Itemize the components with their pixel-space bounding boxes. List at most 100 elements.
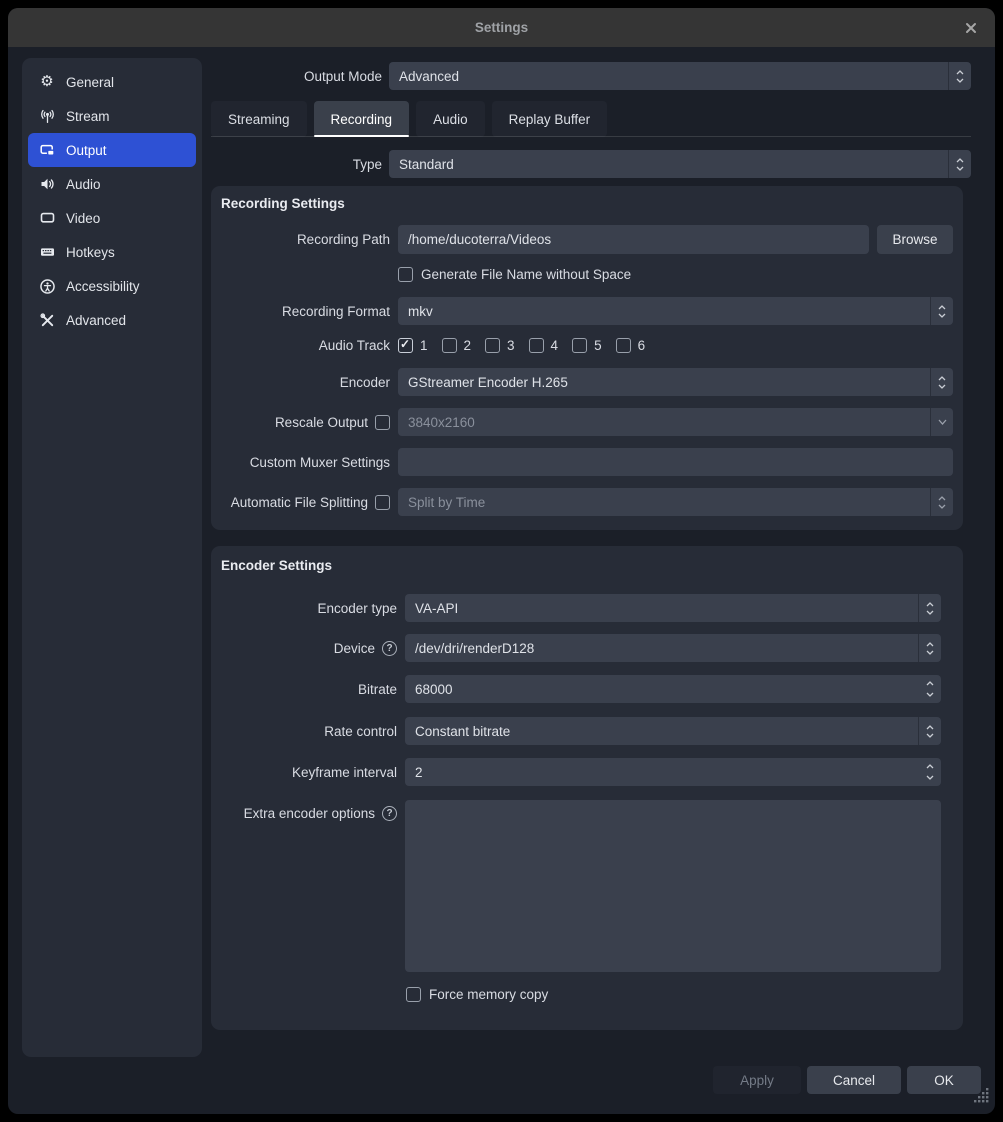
antenna-icon	[38, 108, 56, 124]
audio-track-2-checkbox[interactable]	[442, 338, 457, 353]
auto-split-checkbox[interactable]	[375, 495, 390, 510]
combo-arrows-icon[interactable]	[918, 594, 941, 622]
recording-format-label: Recording Format	[211, 304, 390, 319]
auto-split-row: Automatic File Splitting Split by Time	[211, 488, 953, 516]
combo-arrows-icon[interactable]	[918, 634, 941, 662]
accessibility-icon	[38, 278, 56, 294]
keyframe-interval-label: Keyframe interval	[211, 765, 397, 780]
bitrate-row: Bitrate 68000	[211, 675, 941, 703]
sidebar-item-label: Audio	[66, 177, 101, 192]
audio-track-5-checkbox[interactable]	[572, 338, 587, 353]
audio-track-row: Audio Track 1 2 3 4	[211, 337, 953, 353]
recording-settings-group: Recording Settings Recording Path /home/…	[211, 186, 963, 530]
encoder-row: Encoder GStreamer Encoder H.265	[211, 368, 953, 396]
titlebar[interactable]: Settings	[8, 8, 995, 47]
sidebar-item-hotkeys[interactable]: Hotkeys	[28, 235, 196, 269]
tab-streaming[interactable]: Streaming	[211, 101, 307, 137]
device-row: Device ? /dev/dri/renderD128	[211, 634, 941, 662]
ok-button[interactable]: OK	[907, 1066, 981, 1094]
cancel-button[interactable]: Cancel	[807, 1066, 901, 1094]
rescale-output-checkbox[interactable]	[375, 415, 390, 430]
window-title: Settings	[8, 8, 995, 47]
audio-track-4[interactable]: 4	[529, 338, 559, 353]
recording-path-input[interactable]: /home/ducoterra/Videos	[398, 225, 869, 254]
recording-format-select[interactable]: mkv	[398, 297, 953, 325]
type-select[interactable]: Standard	[389, 150, 971, 178]
extra-options-textarea[interactable]	[405, 800, 941, 972]
generate-no-space-checkbox[interactable]	[398, 267, 413, 282]
audio-track-5[interactable]: 5	[572, 338, 602, 353]
combo-arrows-icon[interactable]	[930, 488, 953, 516]
audio-track-1-checkbox[interactable]	[398, 338, 413, 353]
encoder-type-row: Encoder type VA-API	[211, 594, 941, 622]
close-icon	[965, 22, 977, 34]
extra-options-row: Extra encoder options ?	[211, 800, 941, 972]
generate-no-space-label: Generate File Name without Space	[421, 267, 631, 282]
tab-audio[interactable]: Audio	[416, 101, 485, 137]
custom-muxer-input[interactable]	[398, 448, 953, 476]
encoder-settings-group: Encoder Settings Encoder type VA-API Dev…	[211, 546, 963, 1030]
tab-recording[interactable]: Recording	[314, 101, 410, 137]
encoder-select[interactable]: GStreamer Encoder H.265	[398, 368, 953, 396]
bitrate-spinbox[interactable]: 68000	[405, 675, 941, 703]
settings-window: Settings ⚙ General Stream	[8, 8, 995, 1114]
audio-track-3-checkbox[interactable]	[485, 338, 500, 353]
combo-arrows-icon[interactable]	[930, 368, 953, 396]
sidebar-item-accessibility[interactable]: Accessibility	[28, 269, 196, 303]
force-memory-copy-row: Force memory copy	[211, 986, 941, 1002]
speaker-icon	[38, 176, 56, 192]
combo-arrows-icon[interactable]	[948, 150, 971, 178]
sidebar-item-label: Video	[66, 211, 100, 226]
force-memory-copy-checkbox[interactable]	[406, 987, 421, 1002]
help-icon[interactable]: ?	[382, 806, 397, 821]
sidebar-item-advanced[interactable]: Advanced	[28, 303, 196, 337]
encoder-type-label: Encoder type	[211, 601, 397, 616]
sidebar-item-video[interactable]: Video	[28, 201, 196, 235]
keyframe-interval-spinbox[interactable]: 2	[405, 758, 941, 786]
encoder-type-select[interactable]: VA-API	[405, 594, 941, 622]
recording-format-row: Recording Format mkv	[211, 297, 953, 325]
audio-track-3[interactable]: 3	[485, 338, 515, 353]
auto-split-select[interactable]: Split by Time	[398, 488, 953, 516]
generate-no-space-row: Generate File Name without Space	[211, 266, 953, 282]
output-tabs: Streaming Recording Audio Replay Buffer	[211, 101, 607, 137]
keyboard-icon	[38, 244, 56, 260]
force-memory-copy-label: Force memory copy	[429, 987, 548, 1002]
combo-arrows-icon[interactable]	[918, 717, 941, 745]
sidebar-item-label: Accessibility	[66, 279, 140, 294]
rescale-resolution-select[interactable]: 3840x2160	[398, 408, 953, 436]
dialog-buttons: Apply Cancel OK	[713, 1066, 981, 1094]
spin-arrows-icon[interactable]	[918, 675, 941, 703]
encoder-label: Encoder	[211, 375, 390, 390]
dropdown-arrow-icon[interactable]	[930, 408, 953, 436]
device-select[interactable]: /dev/dri/renderD128	[405, 634, 941, 662]
rate-control-label: Rate control	[211, 724, 397, 739]
audio-track-6-checkbox[interactable]	[616, 338, 631, 353]
sidebar-item-label: Stream	[66, 109, 110, 124]
close-button[interactable]	[959, 16, 983, 40]
browse-button[interactable]: Browse	[877, 225, 953, 254]
audio-track-4-checkbox[interactable]	[529, 338, 544, 353]
recording-path-row: Recording Path /home/ducoterra/Videos Br…	[211, 225, 953, 254]
rescale-output-label: Rescale Output	[275, 415, 368, 430]
output-mode-label: Output Mode	[8, 69, 382, 84]
combo-arrows-icon[interactable]	[948, 62, 971, 90]
resize-grip[interactable]	[974, 1088, 989, 1108]
type-row: Type Standard	[8, 150, 971, 178]
group-title: Recording Settings	[221, 196, 345, 211]
sidebar-item-label: Advanced	[66, 313, 126, 328]
help-icon[interactable]: ?	[382, 641, 397, 656]
bitrate-label: Bitrate	[211, 682, 397, 697]
sidebar-item-stream[interactable]: Stream	[28, 99, 196, 133]
rate-control-select[interactable]: Constant bitrate	[405, 717, 941, 745]
spin-arrows-icon[interactable]	[918, 758, 941, 786]
audio-track-2[interactable]: 2	[442, 338, 472, 353]
audio-track-1[interactable]: 1	[398, 338, 428, 353]
tab-replay-buffer[interactable]: Replay Buffer	[492, 101, 608, 137]
combo-arrows-icon[interactable]	[930, 297, 953, 325]
audio-track-6[interactable]: 6	[616, 338, 646, 353]
keyframe-interval-row: Keyframe interval 2	[211, 758, 941, 786]
output-mode-select[interactable]: Advanced	[389, 62, 971, 90]
apply-button[interactable]: Apply	[713, 1066, 801, 1094]
sidebar-item-label: Hotkeys	[66, 245, 115, 260]
